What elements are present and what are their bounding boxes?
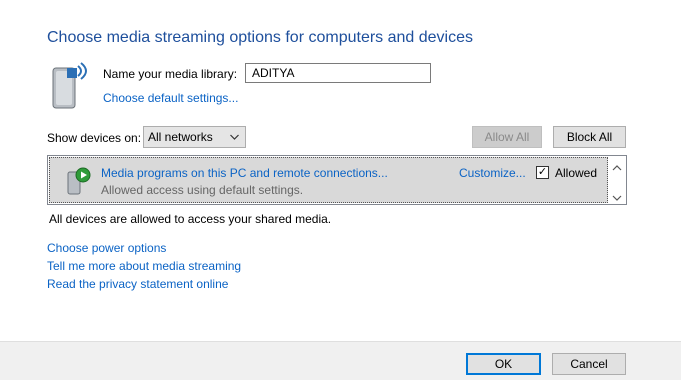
- device-name-link[interactable]: Media programs on this PC and remote con…: [101, 166, 388, 180]
- device-list-scrollbar[interactable]: [609, 157, 625, 203]
- customize-link[interactable]: Customize...: [459, 166, 526, 180]
- allowed-checkbox[interactable]: ✓: [536, 166, 549, 179]
- chevron-up-icon[interactable]: [612, 161, 622, 171]
- chevron-down-icon: [230, 130, 239, 144]
- allow-all-button[interactable]: Allow All: [472, 126, 542, 148]
- allowed-label: Allowed: [555, 166, 598, 180]
- network-select-value: All networks: [148, 130, 213, 144]
- network-select[interactable]: All networks: [143, 126, 246, 148]
- block-all-button[interactable]: Block All: [553, 126, 626, 148]
- device-status-text: Allowed access using default settings.: [101, 183, 304, 197]
- sharing-status-text: All devices are allowed to access your s…: [49, 212, 332, 226]
- privacy-statement-link[interactable]: Read the privacy statement online: [47, 277, 228, 291]
- ok-button[interactable]: OK: [466, 353, 541, 375]
- list-item[interactable]: Media programs on this PC and remote con…: [49, 157, 608, 203]
- choose-power-options-link[interactable]: Choose power options: [47, 241, 166, 255]
- library-name-label: Name your media library:: [103, 67, 238, 81]
- device-list: Media programs on this PC and remote con…: [47, 155, 627, 205]
- show-devices-label: Show devices on:: [47, 131, 142, 145]
- media-library-icon: [47, 62, 95, 112]
- media-device-icon: [66, 166, 92, 196]
- tell-me-more-link[interactable]: Tell me more about media streaming: [47, 259, 241, 273]
- choose-default-settings-link[interactable]: Choose default settings...: [103, 91, 238, 105]
- page-title: Choose media streaming options for compu…: [47, 29, 473, 46]
- chevron-down-icon[interactable]: [612, 191, 622, 201]
- library-name-input[interactable]: ADITYA: [245, 63, 431, 83]
- cancel-button[interactable]: Cancel: [552, 353, 626, 375]
